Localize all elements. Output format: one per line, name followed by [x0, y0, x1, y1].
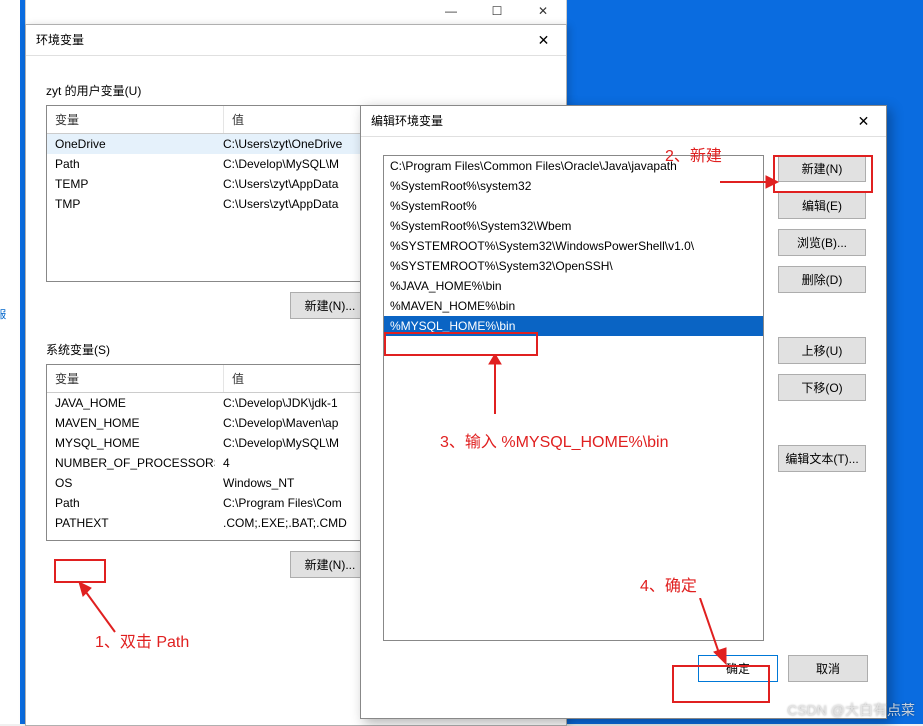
var-name: TEMP: [47, 177, 215, 191]
column-header-name[interactable]: 变量: [47, 106, 224, 133]
bg-text: 12: [0, 110, 20, 122]
browse-button[interactable]: 浏览(B)...: [778, 229, 866, 256]
dialog-titlebar[interactable]: 环境变量 ✕: [26, 25, 566, 56]
path-entry[interactable]: C:\Program Files\Common Files\Oracle\Jav…: [384, 156, 763, 176]
path-entry[interactable]: %SystemRoot%\system32: [384, 176, 763, 196]
background-window-strip: 12 251 Fea oft 服: [0, 0, 20, 724]
close-icon[interactable]: ✕: [521, 25, 566, 55]
path-entry[interactable]: %MYSQL_HOME%\bin: [384, 316, 763, 336]
user-new-button[interactable]: 新建(N)...: [290, 292, 370, 319]
var-name: MYSQL_HOME: [47, 436, 215, 450]
var-name: TMP: [47, 197, 215, 211]
path-entry[interactable]: %JAVA_HOME%\bin: [384, 276, 763, 296]
var-name: Path: [47, 157, 215, 171]
watermark: CSDN @大白有点菜: [787, 700, 915, 720]
edit-ok-button[interactable]: 确定: [698, 655, 778, 682]
maximize-button[interactable]: ☐: [474, 0, 520, 23]
dialog-title: 编辑环境变量: [371, 114, 443, 128]
path-entry[interactable]: %SystemRoot%\System32\Wbem: [384, 216, 763, 236]
path-entry[interactable]: %MAVEN_HOME%\bin: [384, 296, 763, 316]
close-icon[interactable]: ✕: [841, 106, 886, 136]
dialog-titlebar[interactable]: 编辑环境变量 ✕: [361, 106, 886, 137]
edit-entry-button[interactable]: 编辑(E): [778, 192, 866, 219]
path-entry[interactable]: %SYSTEMROOT%\System32\OpenSSH\: [384, 256, 763, 276]
var-name: OS: [47, 476, 215, 490]
bg-text: 251: [0, 132, 20, 144]
parent-window-titlebar: — ☐ ✕: [25, 0, 567, 26]
var-name: NUMBER_OF_PROCESSORS: [47, 456, 215, 470]
move-down-button[interactable]: 下移(O): [778, 374, 866, 401]
column-header-name[interactable]: 变量: [47, 365, 224, 392]
bg-text: Fea: [0, 154, 20, 166]
path-list[interactable]: C:\Program Files\Common Files\Oracle\Jav…: [383, 155, 764, 641]
user-variables-label: zyt 的用户变量(U): [46, 82, 546, 99]
var-name: JAVA_HOME: [47, 396, 215, 410]
var-name: PATHEXT: [47, 516, 215, 530]
var-name: Path: [47, 496, 215, 510]
var-name: OneDrive: [47, 137, 215, 151]
sys-new-button[interactable]: 新建(N)...: [290, 551, 370, 578]
dialog-title: 环境变量: [36, 33, 84, 47]
delete-entry-button[interactable]: 删除(D): [778, 266, 866, 293]
path-entry[interactable]: %SYSTEMROOT%\System32\WindowsPowerShell\…: [384, 236, 763, 256]
edit-environment-variable-dialog: 编辑环境变量 ✕ C:\Program Files\Common Files\O…: [360, 105, 887, 719]
edit-text-button[interactable]: 编辑文本(T)...: [778, 445, 866, 472]
new-entry-button[interactable]: 新建(N): [778, 155, 866, 182]
edit-cancel-button[interactable]: 取消: [788, 655, 868, 682]
bg-text: oft 服: [0, 306, 20, 322]
minimize-button[interactable]: —: [428, 0, 474, 23]
move-up-button[interactable]: 上移(U): [778, 337, 866, 364]
path-entry[interactable]: %SystemRoot%: [384, 196, 763, 216]
close-button[interactable]: ✕: [520, 0, 566, 23]
var-name: MAVEN_HOME: [47, 416, 215, 430]
